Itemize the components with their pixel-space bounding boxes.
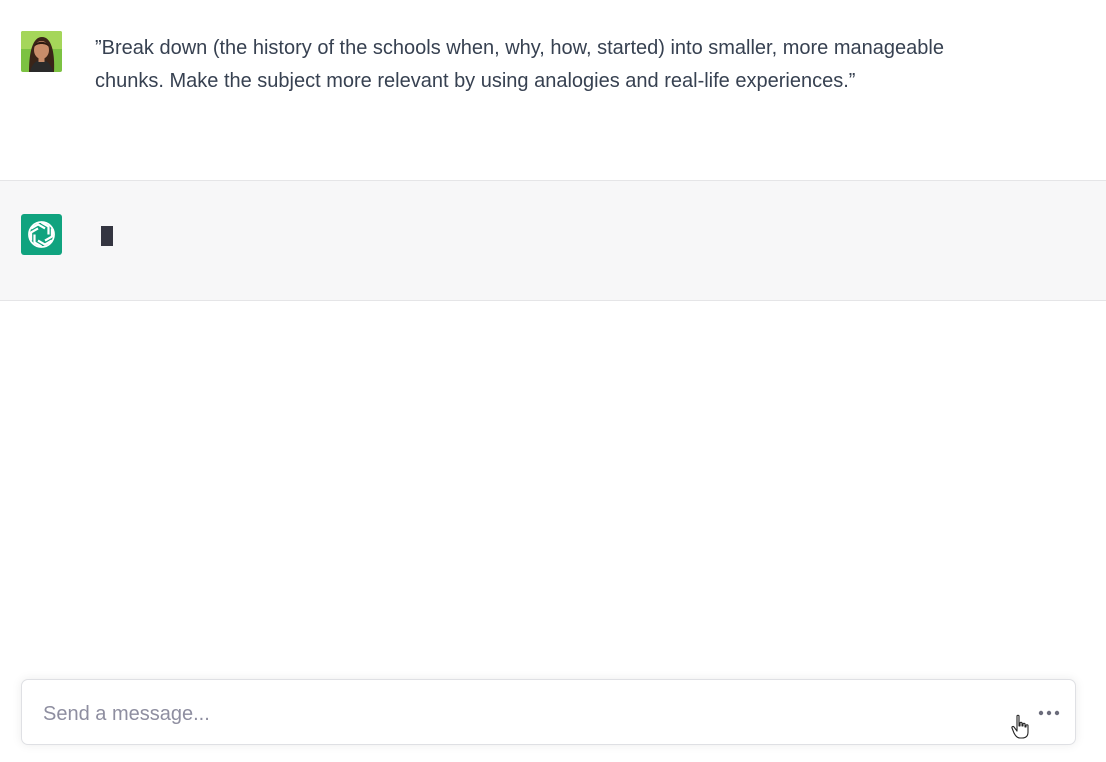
more-options-button[interactable] xyxy=(1036,700,1062,726)
message-input[interactable] xyxy=(43,700,943,728)
hand-pointer-icon xyxy=(1011,714,1029,739)
message-composer xyxy=(21,679,1076,745)
chat-page: ”Break down (the history of the schools … xyxy=(0,0,1106,762)
user-avatar-photo-icon xyxy=(21,31,62,72)
ellipsis-icon xyxy=(1038,710,1060,716)
user-avatar xyxy=(21,31,62,72)
typing-cursor xyxy=(101,226,113,246)
openai-logo-icon xyxy=(21,214,62,255)
user-message-text: ”Break down (the history of the schools … xyxy=(95,37,944,92)
assistant-message-row xyxy=(0,180,1106,301)
user-message-row: ”Break down (the history of the schools … xyxy=(0,0,1106,180)
